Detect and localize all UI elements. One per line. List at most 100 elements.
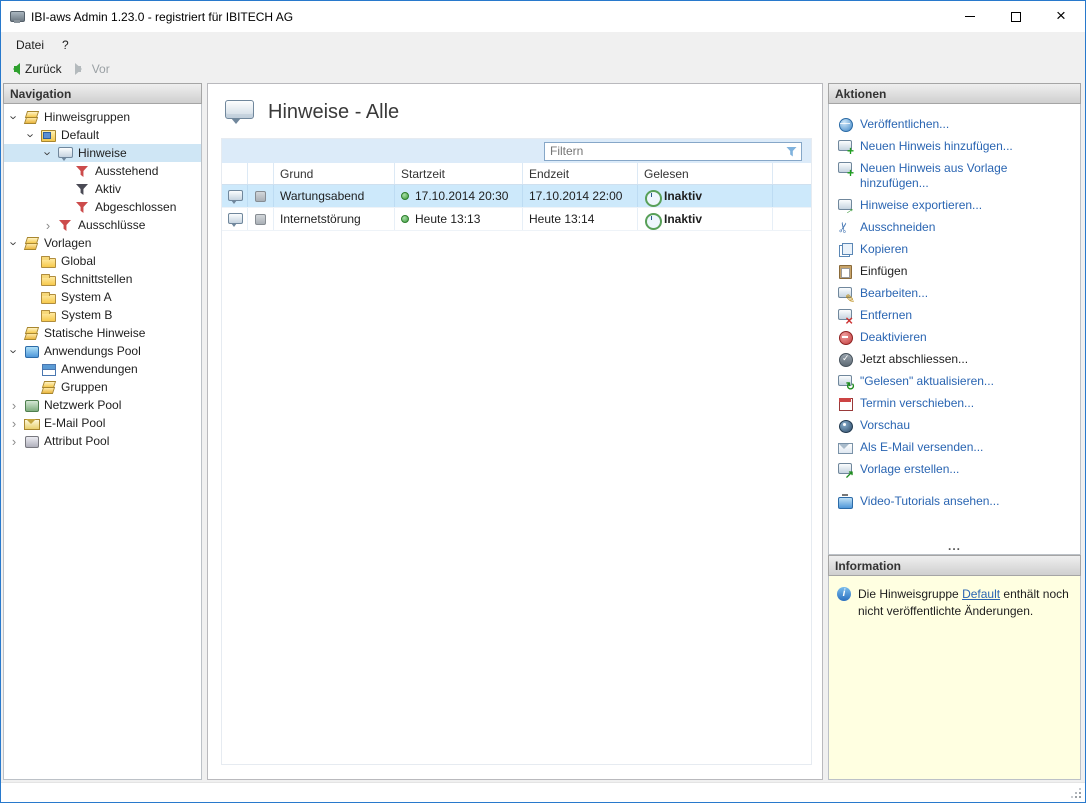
cell-filler [773, 185, 811, 207]
status-dot-icon [401, 192, 409, 200]
tree-item-vorlagen[interactable]: › Vorlagen [4, 234, 201, 252]
column-header-endzeit[interactable]: Endzeit [523, 163, 638, 184]
folder-icon [40, 271, 56, 287]
column-header-icon[interactable] [222, 163, 248, 184]
tree-item-hinweise[interactable]: › Hinweise [4, 144, 201, 162]
tree-item-anwendungen[interactable]: Anwendungen [4, 360, 201, 378]
cell-grund: Internetstörung [274, 208, 395, 230]
window-title: IBI-aws Admin 1.23.0 - registriert für I… [31, 9, 294, 24]
tree-item-attribut-pool[interactable]: › Attribut Pool [4, 432, 201, 450]
back-button[interactable]: Zurück [7, 62, 62, 76]
action-termin-verschieben[interactable]: Termin verschieben... [837, 392, 1076, 414]
action-ver-ffentlichen[interactable]: Veröffentlichen... [837, 113, 1076, 135]
column-header-startzeit[interactable]: Startzeit [395, 163, 523, 184]
chevron-down-icon[interactable]: › [7, 345, 22, 357]
tree-item-anwendungs-pool[interactable]: › Anwendungs Pool [4, 342, 201, 360]
action-label: Neuen Hinweis hinzufügen... [860, 139, 1013, 153]
finish-icon [837, 351, 853, 367]
edit-icon [837, 285, 855, 305]
default-group-link[interactable]: Default [962, 587, 1000, 601]
menu-datei[interactable]: Datei [7, 34, 53, 56]
resize-grip[interactable] [1069, 786, 1081, 798]
column-header-gelesen[interactable]: Gelesen [638, 163, 773, 184]
table-row-wartungsabend[interactable]: Wartungsabend 17.10.2014 20:30 17.10.2014 … [222, 185, 811, 208]
tree-item-label: Aktiv [95, 182, 122, 196]
action-bearbeiten[interactable]: Bearbeiten... [837, 282, 1076, 305]
filter-input[interactable] [550, 144, 784, 158]
chevron-down-icon[interactable]: › [41, 147, 56, 159]
chevron-right-icon[interactable]: › [8, 435, 20, 448]
tree-item-netzwerk-pool[interactable]: › Netzwerk Pool [4, 396, 201, 414]
filter-funnel-icon[interactable] [784, 144, 799, 159]
tree-item-schnittstellen[interactable]: Schnittstellen [4, 270, 201, 288]
action-label: Termin verschieben... [860, 396, 975, 410]
action-vorlage-erstellen[interactable]: Vorlage erstellen... [837, 458, 1076, 481]
tree-item-statische-hinweise[interactable]: Statische Hinweise [4, 324, 201, 342]
action-gelesen-aktualisieren[interactable]: "Gelesen" aktualisieren... [837, 370, 1076, 393]
tree-item-global[interactable]: Global [4, 252, 201, 270]
chevron-down-icon[interactable]: › [24, 129, 39, 141]
state-square-icon [255, 190, 266, 202]
table-row-internetst-rung[interactable]: Internetstörung Heute 13:13 Heute 13:14 Ina… [222, 208, 811, 231]
chevron-right-icon[interactable]: › [42, 219, 54, 232]
column-header-state[interactable] [248, 163, 274, 184]
cell-startzeit: 17.10.2014 20:30 [395, 185, 523, 207]
chevron-right-icon[interactable]: › [8, 417, 20, 430]
tree-item-e-mail-pool[interactable]: › E-Mail Pool [4, 414, 201, 432]
action-ausschneiden[interactable]: Ausschneiden [837, 216, 1076, 238]
tree-item-abgeschlossen[interactable]: Abgeschlossen [4, 198, 201, 216]
note-bubble-icon [227, 211, 243, 227]
action-kopieren[interactable]: Kopieren [837, 238, 1076, 260]
chevron-down-icon[interactable]: › [7, 111, 22, 123]
information-text: Die Hinweisgruppe Default enthält noch n… [858, 586, 1072, 621]
action-label: Deaktivieren [860, 330, 927, 344]
menu-help[interactable]: ? [53, 34, 78, 56]
action-hinweise-exportieren[interactable]: Hinweise exportieren... [837, 194, 1076, 216]
cell-gelesen: Inaktiv [638, 208, 773, 230]
action-label: Video-Tutorials ansehen... [860, 494, 1000, 508]
action-deaktivieren[interactable]: Deaktivieren [837, 326, 1076, 348]
tree-item-ausschl-sse[interactable]: › Ausschlüsse [4, 216, 201, 234]
tree-item-ausstehend[interactable]: Ausstehend [4, 162, 201, 180]
maximize-button[interactable] [993, 1, 1039, 32]
action-neuen-hinweis-hinzuf-gen[interactable]: Neuen Hinweis hinzufügen... [837, 135, 1076, 157]
folder-icon [40, 289, 56, 305]
action-vorschau[interactable]: Vorschau [837, 414, 1076, 436]
note-add-icon [837, 138, 854, 157]
filter-box[interactable] [544, 141, 802, 161]
cell-gelesen: Inaktiv [638, 185, 773, 207]
navigation-header: Navigation [3, 83, 202, 104]
forward-button[interactable]: Vor [74, 62, 110, 76]
cell-endzeit: 17.10.2014 22:00 [523, 185, 638, 207]
tree-item-hinweisgruppen[interactable]: › Hinweisgruppen [4, 108, 201, 126]
tree-item-system-b[interactable]: System B [4, 306, 201, 324]
column-header-grund[interactable]: Grund [274, 163, 395, 184]
action-jetzt-abschliessen[interactable]: Jetzt abschliessen... [837, 348, 1076, 370]
column-header-label: Grund [280, 166, 314, 181]
navigation-panel: Navigation › Hinweisgruppen › Default › Hinwe… [3, 83, 202, 780]
chevron-down-icon[interactable]: › [7, 237, 22, 249]
tree-item-default[interactable]: › Default [4, 126, 201, 144]
chevron-right-icon[interactable]: › [8, 399, 20, 412]
close-button[interactable] [1039, 1, 1085, 32]
action-einf-gen[interactable]: Einfügen [837, 260, 1076, 282]
endzeit-text: Heute 13:14 [529, 212, 595, 226]
tree-item-aktiv[interactable]: Aktiv [4, 180, 201, 198]
tree-item-label: Anwendungs Pool [44, 344, 141, 358]
folder-icon [40, 307, 56, 323]
actions-overflow[interactable]: ... [829, 539, 1080, 553]
pool-blue-icon [23, 343, 39, 359]
action-als-e-mail-versenden[interactable]: Als E-Mail versenden... [837, 436, 1076, 458]
cell-startzeit: Heute 13:13 [395, 208, 523, 230]
tree-item-gruppen[interactable]: Gruppen [4, 378, 201, 396]
tree-item-label: Anwendungen [61, 362, 138, 376]
tree-item-system-a[interactable]: System A [4, 288, 201, 306]
action-video-tutorials-ansehen[interactable]: Video-Tutorials ansehen... [837, 490, 1076, 512]
action-entfernen[interactable]: Entfernen [837, 304, 1076, 327]
info-text-before: Die Hinweisgruppe [858, 587, 963, 601]
action-neuen-hinweis-aus-vorlage-hinzuf-gen[interactable]: Neuen Hinweis aus Vorlage hinzufügen... [837, 157, 1076, 194]
deactivate-icon [837, 329, 853, 345]
minimize-button[interactable] [947, 1, 993, 32]
status-dot-icon [401, 215, 409, 223]
tree-item-label: System B [61, 308, 113, 322]
